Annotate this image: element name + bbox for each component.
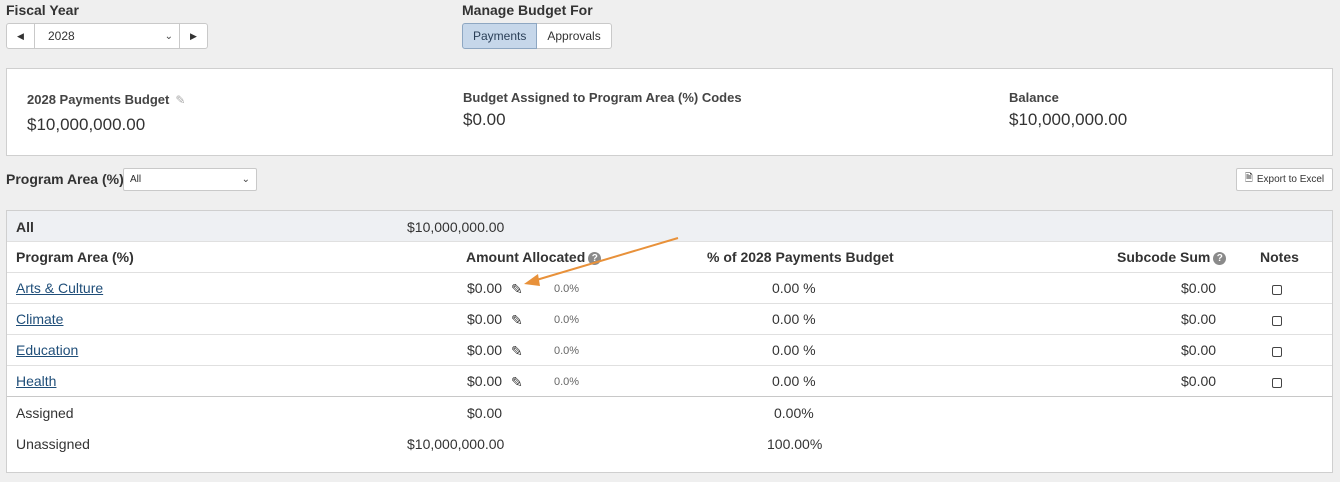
edit-amount-icon[interactable]: ✎ xyxy=(511,281,523,298)
subcode-sum: $0.00 xyxy=(1181,373,1217,389)
note-icon[interactable] xyxy=(1272,375,1282,391)
header-subcode-sum-text: Subcode Sum xyxy=(1117,249,1211,265)
percent-of-budget: 0.00 % xyxy=(772,373,816,389)
amount-percent: 0.0% xyxy=(554,376,580,388)
edit-amount-icon[interactable]: ✎ xyxy=(511,374,523,391)
amount-allocated: $0.00 xyxy=(467,342,503,358)
program-area-link[interactable]: Arts & Culture xyxy=(16,280,103,296)
payments-button[interactable]: Payments xyxy=(462,23,538,49)
fiscal-year-select[interactable]: 2028 ⌄ xyxy=(35,23,179,49)
manage-budget-toggle: Payments Approvals xyxy=(462,23,612,49)
unassigned-amount: $10,000,000.00 xyxy=(407,436,505,452)
budget-summary-card: 2028 Payments Budget ✎ $10,000,000.00 Bud… xyxy=(6,68,1333,156)
group-total: $10,000,000.00 xyxy=(407,219,505,235)
approvals-button[interactable]: Approvals xyxy=(537,23,612,49)
header-amount-allocated: Amount Allocated? xyxy=(466,249,602,265)
help-icon[interactable]: ? xyxy=(1213,252,1227,265)
subcode-sum: $0.00 xyxy=(1181,342,1217,358)
note-icon[interactable] xyxy=(1272,282,1282,298)
amount-percent: 0.0% xyxy=(554,283,580,295)
caret-right-icon: ▶ xyxy=(190,30,197,41)
chevron-down-icon: ⌄ xyxy=(164,30,173,42)
program-area-link[interactable]: Climate xyxy=(16,311,63,327)
table-row: Arts & Culture $0.00 ✎ 0.0% 0.00 % $0.00 xyxy=(7,273,1332,304)
table-row: Health $0.00 ✎ 0.0% 0.00 % $0.00 xyxy=(7,366,1332,397)
table-row: Education $0.00 ✎ 0.0% 0.00 % $0.00 xyxy=(7,335,1332,366)
assigned-label: Assigned xyxy=(16,405,74,421)
note-icon[interactable] xyxy=(1272,313,1282,329)
amount-allocated: $0.00 xyxy=(467,311,503,327)
program-area-select-value: All xyxy=(130,174,142,185)
next-year-button[interactable]: ▶ xyxy=(179,23,208,49)
header-row: Program Area (%) Amount Allocated? % of … xyxy=(7,242,1332,273)
assigned-value: $0.00 xyxy=(463,110,506,129)
edit-amount-icon[interactable]: ✎ xyxy=(511,312,523,329)
subcode-sum: $0.00 xyxy=(1181,311,1217,327)
assigned-percent: 0.00% xyxy=(774,405,814,421)
fiscal-year-control: ◀ 2028 ⌄ ▶ xyxy=(6,23,208,49)
header-program-area: Program Area (%) xyxy=(16,249,134,265)
fiscal-year-value: 2028 xyxy=(48,29,75,43)
assigned-row: Assigned $0.00 0.00% xyxy=(7,397,1332,428)
percent-of-budget: 0.00 % xyxy=(772,311,816,327)
chevron-down-icon: ⌄ xyxy=(241,174,250,185)
note-icon[interactable] xyxy=(1272,344,1282,360)
budget-title-text: 2028 Payments Budget xyxy=(27,92,170,107)
amount-percent: 0.0% xyxy=(554,345,580,357)
amount-allocated: $0.00 xyxy=(467,280,503,296)
help-icon[interactable]: ? xyxy=(588,252,602,265)
group-label: All xyxy=(16,219,34,235)
subcode-sum: $0.00 xyxy=(1181,280,1217,296)
header-amount-allocated-text: Amount Allocated xyxy=(466,249,586,265)
previous-year-button[interactable]: ◀ xyxy=(6,23,35,49)
caret-left-icon: ◀ xyxy=(17,30,24,41)
budget-value: $10,000,000.00 xyxy=(27,115,146,134)
assigned-amount: $0.00 xyxy=(467,405,503,421)
budget-title: 2028 Payments Budget ✎ xyxy=(27,92,185,107)
program-area-filter-label: Program Area (%): xyxy=(6,171,129,187)
group-row: All $10,000,000.00 xyxy=(7,211,1332,242)
export-label: Export to Excel xyxy=(1256,174,1325,185)
header-percent-budget: % of 2028 Payments Budget xyxy=(707,249,894,265)
header-notes: Notes xyxy=(1260,249,1299,265)
edit-amount-icon[interactable]: ✎ xyxy=(511,343,523,360)
percent-of-budget: 0.00 % xyxy=(772,280,816,296)
manage-budget-label: Manage Budget For xyxy=(462,2,593,18)
table-row: Climate $0.00 ✎ 0.0% 0.00 % $0.00 xyxy=(7,304,1332,335)
unassigned-label: Unassigned xyxy=(16,436,90,452)
fiscal-year-label: Fiscal Year xyxy=(6,2,79,18)
program-area-table: All $10,000,000.00 Program Area (%) Amou… xyxy=(6,210,1333,473)
assigned-title: Budget Assigned to Program Area (%) Code… xyxy=(463,90,742,105)
percent-of-budget: 0.00 % xyxy=(772,342,816,358)
amount-percent: 0.0% xyxy=(554,314,580,326)
balance-value: $10,000,000.00 xyxy=(1009,110,1128,129)
balance-title: Balance xyxy=(1009,90,1059,105)
program-area-link[interactable]: Health xyxy=(16,373,56,389)
unassigned-percent: 100.00% xyxy=(767,436,823,452)
export-excel-button[interactable]: 🗎 Export to Excel xyxy=(1236,168,1333,191)
program-area-link[interactable]: Education xyxy=(16,342,78,358)
header-subcode-sum: Subcode Sum? xyxy=(1117,249,1227,265)
file-icon: 🗎 xyxy=(1244,173,1253,184)
program-area-select[interactable]: All ⌄ xyxy=(123,168,257,191)
amount-allocated: $0.00 xyxy=(467,373,503,389)
edit-budget-icon[interactable]: ✎ xyxy=(175,93,185,107)
unassigned-row: Unassigned $10,000,000.00 100.00% xyxy=(7,428,1332,459)
